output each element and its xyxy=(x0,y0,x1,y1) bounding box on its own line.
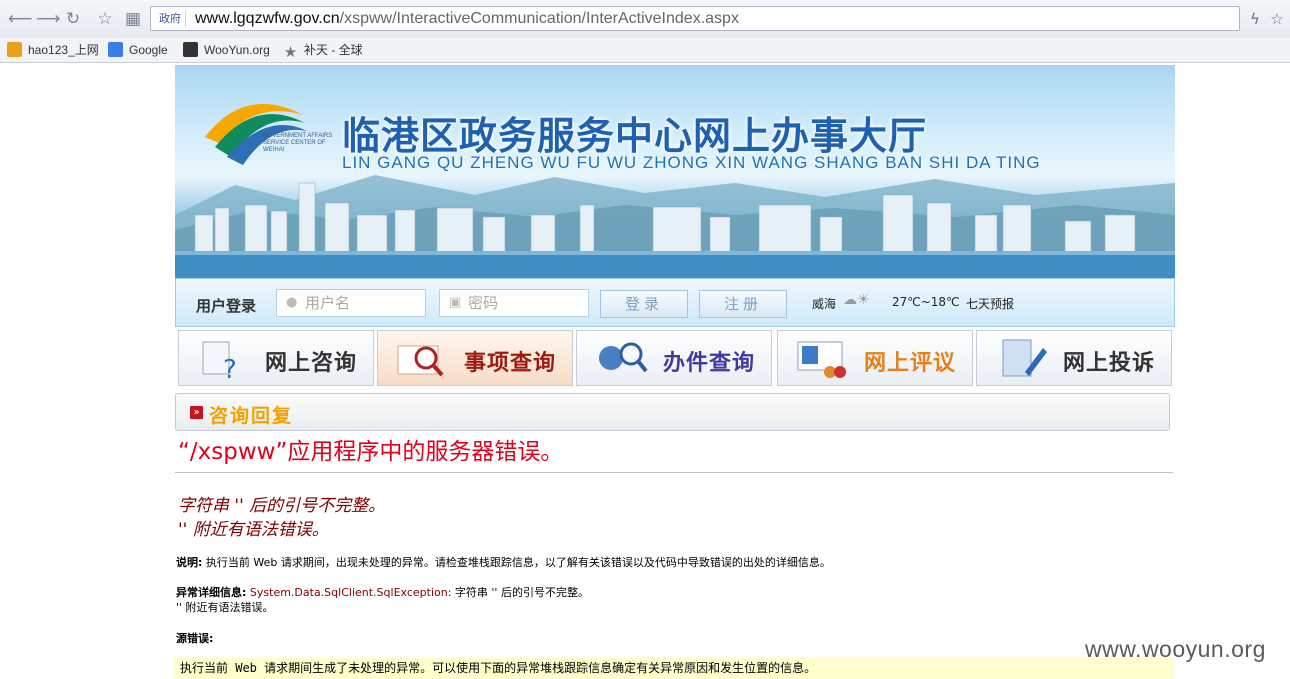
section-title: 咨询回复 xyxy=(209,405,294,427)
site-banner: GOVERNMENT AFFAIRS SERVICE CENTER OF WEI… xyxy=(175,65,1175,278)
google-icon xyxy=(108,42,123,57)
consult-icon: ? xyxy=(202,341,237,380)
login-label: 用户登录 xyxy=(196,297,257,315)
login-button[interactable]: 登录 xyxy=(600,290,688,318)
svg-text:?: ? xyxy=(223,355,237,380)
site-title: 临港区政务服务中心网上办事大厅 xyxy=(342,114,928,158)
url-text: www.lgqzwfw.gov.cn/xspww/InteractiveComm… xyxy=(195,10,739,28)
weather-temp: 27℃~18℃ xyxy=(892,295,960,309)
hao123-icon xyxy=(7,42,22,57)
error-message-line1: 字符串 '' 后的引号不完整。 xyxy=(178,496,386,516)
source-error: 源错误: xyxy=(176,630,213,646)
main-nav: ? 网上咨询 事项查询 办件查询 网上评议 网上投诉 xyxy=(175,330,1175,388)
nav-case-query[interactable]: 办件查询 xyxy=(576,330,772,386)
lightning-icon[interactable]: ϟ xyxy=(1246,9,1264,29)
browser-toolbar: ⟵ ⟶ ↻ ☆ ▦ 政府 www.lgqzwfw.gov.cn/xspww/In… xyxy=(0,0,1290,38)
exception-details: 异常详细信息: System.Data.SqlClient.SqlExcepti… xyxy=(176,584,589,600)
forward-icon[interactable]: ⟶ xyxy=(36,9,60,29)
weather-forecast-link[interactable]: 七天预报 xyxy=(966,295,1014,312)
exception-text: 字符串 '' 后的引号不完整。 xyxy=(451,586,589,599)
reload-icon[interactable]: ↻ xyxy=(63,9,83,29)
back-icon[interactable]: ⟵ xyxy=(8,9,32,29)
review-icon xyxy=(797,341,846,378)
wooyun-icon xyxy=(183,42,198,57)
error-description: 说明: 执行当前 Web 请求期间，出现未处理的异常。请检查堆栈跟踪信息，以了解… xyxy=(176,554,831,570)
nav-online-review[interactable]: 网上评议 xyxy=(777,330,973,386)
address-bar[interactable]: 政府 www.lgqzwfw.gov.cn/xspww/InteractiveC… xyxy=(150,6,1240,31)
bookmarks-bar: hao123_上网 Google WooYun.org ★ 补天 - 全球 xyxy=(0,38,1290,63)
exception-type: System.Data.SqlClient.SqlException: xyxy=(246,586,452,599)
source-error-label: 源错误: xyxy=(176,632,214,645)
nav-online-complaint[interactable]: 网上投诉 xyxy=(976,330,1172,386)
weather-city: 威海 xyxy=(812,297,837,311)
user-icon: ● xyxy=(286,295,298,310)
description-label: 说明: xyxy=(176,556,203,569)
site-title-pinyin: LIN GANG QU ZHENG WU FU WU ZHONG XIN WAN… xyxy=(342,153,1041,172)
bookmark-wooyun[interactable]: WooYun.org xyxy=(183,41,270,59)
divider xyxy=(175,472,1173,473)
login-bar: 用户登录 ● 用户名 ▣ 密码 登录 注册 威海 ☁☀ 27℃~18℃ 七天预报 xyxy=(175,278,1175,327)
error-message-line2: '' 附近有语法错误。 xyxy=(178,520,329,540)
bookmark-star-icon[interactable]: ☆ xyxy=(1268,9,1286,29)
exception-label: 异常详细信息: xyxy=(176,586,247,599)
username-input[interactable]: ● 用户名 xyxy=(276,289,426,317)
nav-item-query[interactable]: 事项查询 xyxy=(377,330,573,386)
description-text: 执行当前 Web 请求期间，出现未处理的异常。请检查堆栈跟踪信息，以了解有关该错… xyxy=(202,556,831,569)
complaint-icon xyxy=(1002,339,1047,377)
apps-grid-icon[interactable]: ▦ xyxy=(123,9,143,29)
arrow-right-icon: » xyxy=(190,406,203,419)
search-item-icon xyxy=(397,345,444,377)
bookmark-hao123[interactable]: hao123_上网 xyxy=(7,41,99,59)
watermark: www.wooyun.org xyxy=(1085,636,1266,662)
logo-caption: GOVERNMENT AFFAIRS SERVICE CENTER OF WEI… xyxy=(263,133,333,153)
password-input[interactable]: ▣ 密码 xyxy=(439,289,589,317)
exception-details-line2: '' 附近有语法错误。 xyxy=(176,601,274,614)
case-query-icon xyxy=(599,342,648,373)
bookmark-butian[interactable]: ★ 补天 - 全球 xyxy=(283,41,363,61)
lock-icon: ▣ xyxy=(449,295,462,310)
site-type-tag: 政府 xyxy=(155,10,186,27)
favorite-star-icon[interactable]: ☆ xyxy=(95,9,115,29)
weather-cloud-icon: ☁☀ xyxy=(843,292,870,308)
bookmark-google[interactable]: Google xyxy=(108,41,168,59)
url-domain: www.lgqzwfw.gov.cn xyxy=(195,10,340,27)
nav-online-consult[interactable]: ? 网上咨询 xyxy=(178,330,374,386)
url-path: /xspww/InteractiveCommunication/InterAct… xyxy=(339,10,739,27)
register-button[interactable]: 注册 xyxy=(699,290,787,318)
section-header: » 咨询回复 xyxy=(175,393,1170,431)
error-title: “/xspww”应用程序中的服务器错误。 xyxy=(178,439,564,465)
source-error-code: 执行当前 Web 请求期间生成了未处理的异常。可以使用下面的异常堆栈跟踪信息确定… xyxy=(174,658,1174,679)
star-icon: ★ xyxy=(283,44,298,61)
